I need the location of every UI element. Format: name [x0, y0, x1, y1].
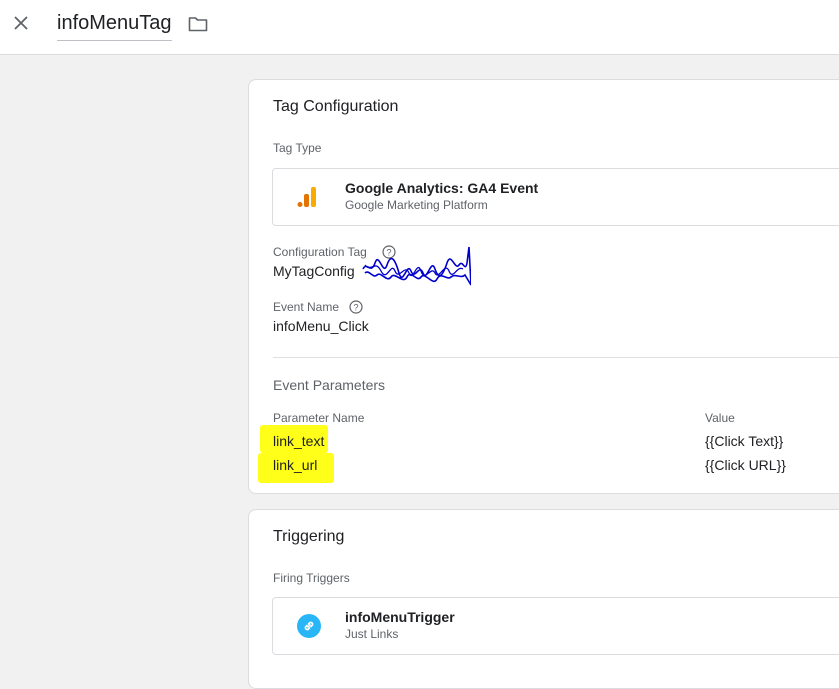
top-bar: infoMenuTag	[0, 0, 839, 55]
tag-type-label: Tag Type	[273, 141, 322, 155]
folder-button[interactable]	[186, 12, 210, 36]
event-name-value: infoMenu_Click	[273, 318, 369, 334]
svg-text:?: ?	[353, 303, 358, 313]
redaction-scribble	[362, 246, 471, 286]
param-name-cell: link_url	[273, 457, 318, 473]
tag-configuration-title: Tag Configuration	[273, 98, 399, 115]
param-value-cell: {{Click Text}}	[705, 433, 784, 449]
firing-triggers-label: Firing Triggers	[273, 571, 350, 585]
help-icon[interactable]: ?	[349, 300, 363, 314]
configuration-tag-label: Configuration Tag	[273, 245, 367, 259]
tag-name-title[interactable]: infoMenuTag	[57, 10, 172, 41]
event-name-label: Event Name	[273, 300, 340, 314]
google-analytics-icon	[297, 187, 316, 207]
triggering-title: Triggering	[273, 528, 345, 545]
tag-type-tile[interactable]: Google Analytics: GA4 Event Google Marke…	[272, 168, 839, 226]
link-trigger-icon	[297, 614, 321, 638]
close-icon	[14, 16, 28, 30]
divider	[273, 357, 839, 358]
triggering-card[interactable]: Triggering Firing Triggers infoMenuTrigg…	[248, 509, 839, 689]
trigger-name: infoMenuTrigger	[345, 609, 455, 625]
folder-icon	[188, 17, 208, 32]
trigger-type: Just Links	[345, 627, 399, 641]
close-button[interactable]	[8, 10, 34, 36]
tag-type-name: Google Analytics: GA4 Event	[345, 180, 539, 196]
trigger-tile[interactable]: infoMenuTrigger Just Links	[272, 597, 839, 655]
param-name-cell: link_text	[273, 433, 325, 449]
tag-configuration-card[interactable]: Tag Configuration Tag Type Google Analyt…	[248, 79, 839, 494]
link-icon	[304, 621, 314, 631]
param-value-cell: {{Click URL}}	[705, 457, 786, 473]
value-header: Value	[705, 411, 735, 425]
tag-type-provider: Google Marketing Platform	[345, 198, 488, 212]
parameter-name-header: Parameter Name	[273, 411, 365, 425]
configuration-tag-value: MyTagConfig	[273, 263, 355, 279]
event-parameters-title: Event Parameters	[273, 377, 386, 393]
